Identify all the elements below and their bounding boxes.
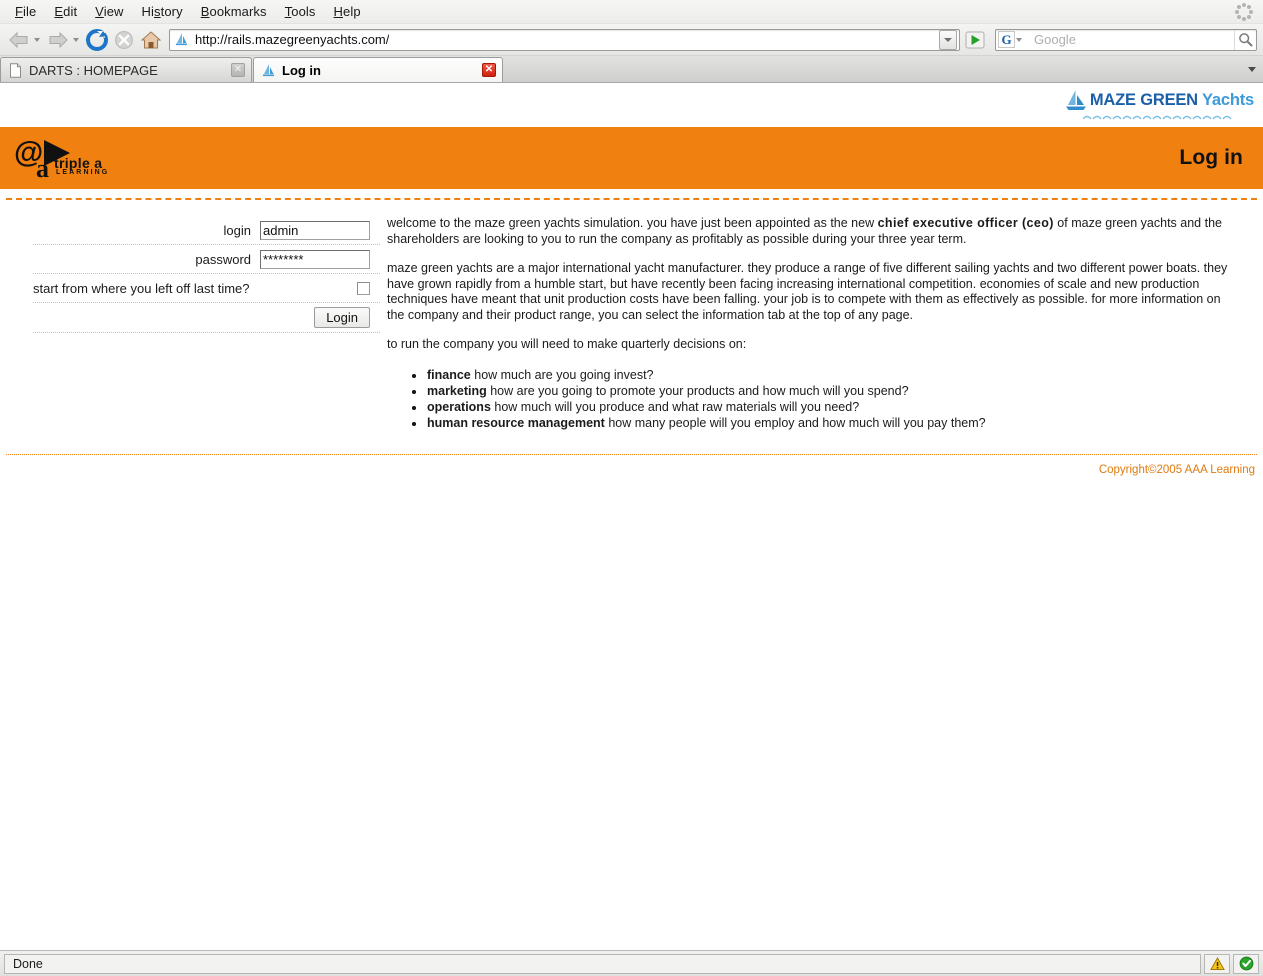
search-submit-button[interactable] <box>1234 30 1256 50</box>
menu-edit[interactable]: Edit <box>45 2 86 21</box>
site-footer: Copyright©2005 AAA Learning <box>0 454 1263 476</box>
check-circle-icon <box>1239 956 1254 971</box>
warning-icon <box>1210 957 1225 971</box>
tab-label: Log in <box>282 63 482 78</box>
search-input[interactable] <box>1027 31 1234 48</box>
tab-darts-homepage[interactable]: DARTS : HOMEPAGE ✕ <box>0 57 252 82</box>
tab-list-button[interactable] <box>1243 59 1261 79</box>
stop-button[interactable] <box>111 27 137 53</box>
list-item: operations how much will you produce and… <box>387 399 1235 415</box>
bullet-term: marketing <box>427 384 487 398</box>
forward-dropdown-icon[interactable] <box>73 38 79 42</box>
remember-label: start from where you left off last time? <box>33 281 250 296</box>
home-button[interactable] <box>138 27 164 53</box>
stop-icon <box>114 30 134 50</box>
bullet-desc: how are you going to promote your produc… <box>487 384 909 398</box>
search-bar[interactable]: G <box>995 29 1257 51</box>
url-dropdown-button[interactable] <box>939 30 957 50</box>
back-button[interactable] <box>6 27 32 53</box>
search-engine-dropdown-icon[interactable] <box>1016 38 1022 42</box>
intro-p1-part-a: welcome to the maze green yachts simulat… <box>387 216 878 230</box>
tab-log-in[interactable]: Log in ✕ <box>253 57 503 82</box>
bullet-desc: how much are you going invest? <box>471 368 654 382</box>
menu-bar: FFileile Edit View History Bookmarks Too… <box>0 0 1263 24</box>
sailboat-icon <box>1065 88 1087 112</box>
page-title: Log in <box>1179 146 1243 170</box>
url-text: http://rails.mazegreenyachts.com/ <box>195 32 389 47</box>
menu-bookmarks[interactable]: Bookmarks <box>192 2 276 21</box>
back-dropdown-icon[interactable] <box>34 38 40 42</box>
tab-label: DARTS : HOMEPAGE <box>29 63 231 78</box>
password-label: password <box>195 252 251 267</box>
intro-p1-ceo: chief executive officer (ceo) <box>878 216 1054 230</box>
menu-history[interactable]: History <box>133 2 192 21</box>
menu-view[interactable]: View <box>86 2 132 21</box>
submit-row: Login <box>33 303 380 333</box>
menu-file[interactable]: FFileile <box>6 2 45 21</box>
login-input[interactable] <box>260 221 370 240</box>
go-arrow-icon <box>965 30 985 50</box>
logo-text-light: Yachts <box>1202 91 1254 109</box>
reload-button[interactable] <box>84 27 110 53</box>
secure-status-button[interactable] <box>1233 954 1259 974</box>
logo-text-bold: MAZE GREEN <box>1090 91 1198 109</box>
navigation-toolbar: http://rails.mazegreenyachts.com/ G <box>0 24 1263 56</box>
password-input[interactable] <box>260 250 370 269</box>
triple-a-learning-logo: @ a triple a LEARNING <box>8 134 118 182</box>
menu-tools[interactable]: Tools <box>276 2 325 21</box>
page-icon <box>9 63 22 78</box>
bullet-desc: how many people will you employ and how … <box>605 416 986 430</box>
browser-window: FFileile Edit View History Bookmarks Too… <box>0 0 1263 976</box>
login-form: login password start from where you left… <box>0 216 380 432</box>
url-bar[interactable]: http://rails.mazegreenyachts.com/ <box>169 29 960 51</box>
logo-text: MAZE GREEN Yachts <box>1090 91 1254 110</box>
brand-learning-text: LEARNING <box>56 169 109 176</box>
site-favicon-icon <box>175 32 188 47</box>
intro-text: welcome to the maze green yachts simulat… <box>380 216 1263 432</box>
go-button[interactable] <box>964 29 986 51</box>
list-item: finance how much are you going invest? <box>387 367 1235 383</box>
tab-close-button[interactable]: ✕ <box>482 63 496 77</box>
intro-paragraph-3: to run the company you will need to make… <box>387 337 1235 353</box>
tab-strip: DARTS : HOMEPAGE ✕ Log in ✕ <box>0 56 1263 83</box>
remember-checkbox[interactable] <box>357 282 370 295</box>
login-button[interactable]: Login <box>314 307 370 328</box>
status-bar: Done <box>0 950 1263 976</box>
menu-help[interactable]: Help <box>325 2 370 21</box>
remember-row: start from where you left off last time? <box>33 274 380 303</box>
page-content: MAZE GREEN Yachts @ a triple a LEARNING … <box>0 83 1263 950</box>
forward-button[interactable] <box>45 27 71 53</box>
maze-green-yachts-logo: MAZE GREEN Yachts <box>1065 88 1254 122</box>
bullet-desc: how much will you produce and what raw m… <box>491 400 859 414</box>
copyright-text: Copyright©2005 AAA Learning <box>0 455 1263 476</box>
bullet-term: human resource management <box>427 416 605 430</box>
tab-close-button[interactable]: ✕ <box>231 63 245 77</box>
loading-throbber-icon <box>1235 3 1253 21</box>
site-favicon-icon <box>262 63 275 78</box>
bullet-term: operations <box>427 400 491 414</box>
google-logo-icon[interactable]: G <box>998 31 1015 48</box>
forward-arrow-icon <box>47 30 69 50</box>
reload-icon <box>86 29 108 51</box>
decisions-list: finance how much are you going invest? m… <box>387 367 1235 432</box>
status-text: Done <box>4 954 1201 974</box>
search-icon <box>1238 32 1253 47</box>
letter-a-icon: a <box>36 156 49 182</box>
intro-paragraph-1: welcome to the maze green yachts simulat… <box>387 216 1235 247</box>
list-item: human resource management how many peopl… <box>387 415 1235 431</box>
intro-paragraph-2: maze green yachts are a major internatio… <box>387 261 1235 323</box>
login-label: login <box>224 223 251 238</box>
warning-status-button[interactable] <box>1204 954 1230 974</box>
wave-decoration-icon <box>1083 113 1239 122</box>
home-icon <box>140 30 162 50</box>
bullet-term: finance <box>427 368 471 382</box>
site-header: MAZE GREEN Yachts <box>0 83 1263 127</box>
back-arrow-icon <box>8 30 30 50</box>
login-row: login <box>33 216 380 245</box>
page-banner: @ a triple a LEARNING Log in <box>0 127 1263 189</box>
main-content: login password start from where you left… <box>0 200 1263 432</box>
password-row: password <box>33 245 380 274</box>
list-item: marketing how are you going to promote y… <box>387 383 1235 399</box>
